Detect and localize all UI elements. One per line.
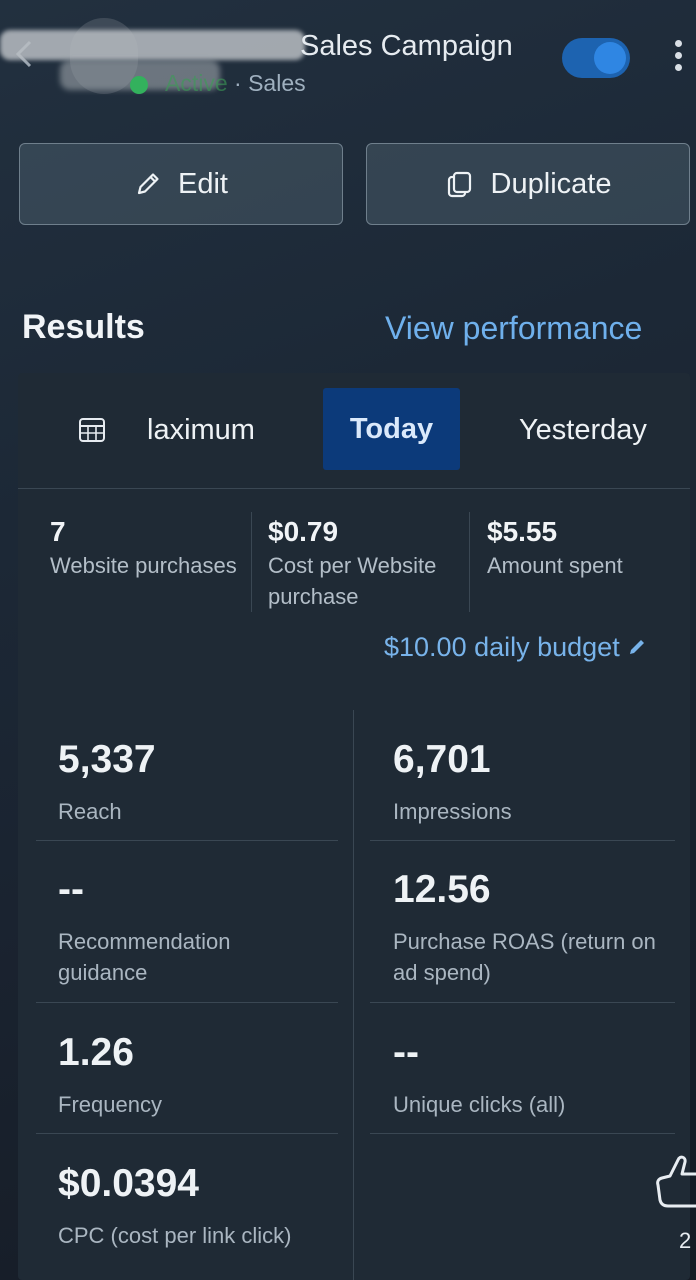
- view-performance-link[interactable]: View performance: [385, 310, 642, 347]
- duplicate-button[interactable]: Duplicate: [366, 143, 690, 225]
- metric-label: CPC (cost per link click): [58, 1223, 292, 1248]
- redacted-name: [0, 30, 305, 60]
- tab-today[interactable]: Today: [323, 388, 460, 470]
- summary-label: Cost per Website purchase: [268, 553, 437, 609]
- metric-label: Purchase ROAS (return on ad spend): [393, 929, 656, 985]
- edit-label: Edit: [178, 167, 228, 200]
- pencil-icon: [630, 640, 645, 654]
- duplicate-icon: [447, 171, 471, 198]
- thumbs-up-icon[interactable]: [656, 1152, 696, 1216]
- metric-cpc: $0.0394 CPC (cost per link click): [58, 1162, 291, 1251]
- results-heading: Results: [22, 308, 145, 346]
- metric-purchase-roas: 12.56 Purchase ROAS (return on ad spend): [393, 868, 663, 988]
- duplicate-label: Duplicate: [490, 167, 612, 200]
- summary-value: $5.55: [487, 516, 558, 547]
- metric-value: 5,337: [58, 738, 156, 781]
- summary-label: Amount spent: [487, 553, 623, 578]
- metric-value: 1.26: [58, 1031, 134, 1074]
- row-divider: [370, 840, 675, 841]
- tab-maximum[interactable]: laximum: [147, 414, 255, 447]
- metric-label: Unique clicks (all): [393, 1092, 566, 1117]
- summary-amount-spent: $5.55 Amount spent: [487, 516, 677, 581]
- row-divider: [36, 1133, 338, 1134]
- row-divider: [370, 1133, 675, 1134]
- objective-text: Sales: [248, 70, 306, 96]
- metric-unique-clicks: -- Unique clicks (all): [393, 1031, 565, 1120]
- metric-label: Frequency: [58, 1092, 162, 1117]
- more-options-button[interactable]: [668, 40, 688, 76]
- reaction-count: 2: [679, 1228, 692, 1253]
- summary-website-purchases: 7 Website purchases: [50, 516, 240, 581]
- metric-impressions: 6,701 Impressions: [393, 738, 512, 827]
- status-separator: ·: [234, 70, 242, 96]
- metric-recommendation-guidance: -- Recommendation guidance: [58, 868, 318, 988]
- metric-frequency: 1.26 Frequency: [58, 1031, 162, 1120]
- edit-button[interactable]: Edit: [19, 143, 343, 225]
- metrics-column-divider: [353, 710, 354, 1280]
- metric-value: --: [393, 1031, 419, 1074]
- summary-value: 7: [50, 516, 66, 547]
- row-divider: [36, 1002, 338, 1003]
- kebab-icon: [674, 40, 682, 47]
- row-divider: [370, 1002, 675, 1003]
- status-line: Active · Sales: [165, 70, 306, 97]
- campaign-title: Sales Campaign: [300, 30, 513, 62]
- status-text: Active: [165, 70, 228, 96]
- metric-label: Impressions: [393, 799, 512, 824]
- tabs-divider: [18, 488, 690, 489]
- metric-label: Reach: [58, 799, 122, 824]
- metric-value: 12.56: [393, 868, 491, 911]
- metric-value: $0.0394: [58, 1162, 199, 1205]
- tab-yesterday[interactable]: Yesterday: [519, 414, 647, 447]
- summary-label: Website purchases: [50, 553, 237, 578]
- calendar-icon[interactable]: [78, 416, 106, 444]
- metric-value: 6,701: [393, 738, 491, 781]
- row-divider: [36, 840, 338, 841]
- summary-divider: [251, 512, 252, 612]
- daily-budget-text: $10.00 daily budget: [384, 632, 620, 662]
- metric-value: --: [58, 868, 84, 911]
- status-dot: [130, 76, 148, 94]
- campaign-toggle[interactable]: [562, 38, 630, 78]
- daily-budget-link[interactable]: $10.00 daily budget: [384, 632, 647, 663]
- metric-label: Recommendation guidance: [58, 929, 231, 985]
- toggle-knob: [594, 42, 626, 74]
- summary-divider: [469, 512, 470, 612]
- metric-reach: 5,337 Reach: [58, 738, 156, 827]
- summary-cost-per-purchase: $0.79 Cost per Website purchase: [268, 516, 458, 612]
- summary-value: $0.79: [268, 516, 339, 547]
- pencil-icon: [137, 173, 159, 195]
